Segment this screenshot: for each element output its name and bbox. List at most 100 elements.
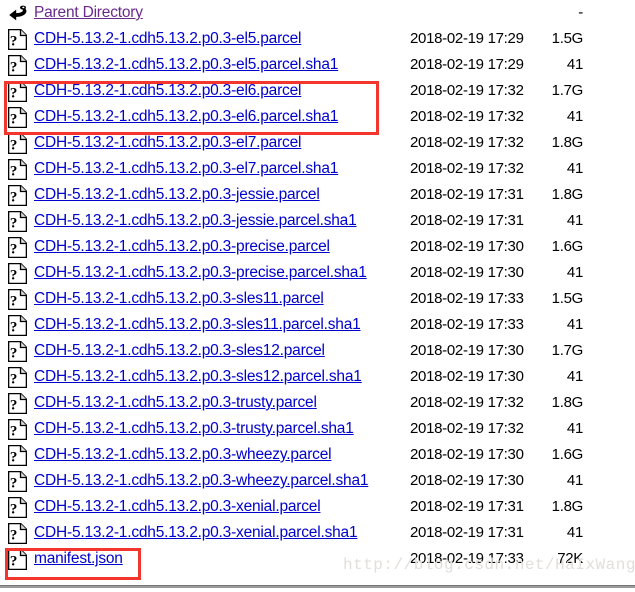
file-row: ? CDH-5.13.2-1.cdh5.13.2.p0.3-sles11.parc… — [0, 312, 635, 338]
file-link[interactable]: CDH-5.13.2-1.cdh5.13.2.p0.3-jessie.parce… — [34, 212, 357, 229]
file-row: ? CDH-5.13.2-1.cdh5.13.2.p0.3-xenial.parc… — [0, 520, 635, 546]
file-row: ? CDH-5.13.2-1.cdh5.13.2.p0.3-el6.parcel 2… — [0, 78, 635, 104]
file-row: ? CDH-5.13.2-1.cdh5.13.2.p0.3-trusty.parc… — [0, 416, 635, 442]
file-name-cell: CDH-5.13.2-1.cdh5.13.2.p0.3-precise.parc… — [34, 260, 367, 286]
file-link[interactable]: CDH-5.13.2-1.cdh5.13.2.p0.3-jessie.parce… — [34, 186, 320, 203]
file-row: ? CDH-5.13.2-1.cdh5.13.2.p0.3-wheezy.parc… — [0, 442, 635, 468]
file-size-cell: 1.8G — [551, 394, 584, 411]
file-row: ? CDH-5.13.2-1.cdh5.13.2.p0.3-sles12.parc… — [0, 364, 635, 390]
file-link[interactable]: CDH-5.13.2-1.cdh5.13.2.p0.3-el6.parcel — [34, 82, 301, 99]
file-link[interactable]: CDH-5.13.2-1.cdh5.13.2.p0.3-sles11.parce… — [34, 290, 324, 307]
file-row: ? CDH-5.13.2-1.cdh5.13.2.p0.3-precise.par… — [0, 234, 635, 260]
watermark-text: http://blog.csdn.net/HaIxWang — [343, 556, 635, 574]
file-size-cell: 1.5G — [551, 290, 584, 307]
unknown-file-icon: ? — [7, 548, 29, 571]
file-size-cell: 1.5G — [551, 30, 584, 47]
directory-listing: Parent Directory -? CDH-5.13.2-1.cdh5.13.2… — [0, 0, 635, 572]
unknown-file-icon: ? — [7, 366, 29, 389]
svg-text:?: ? — [10, 34, 17, 50]
file-row: ? CDH-5.13.2-1.cdh5.13.2.p0.3-trusty.parc… — [0, 390, 635, 416]
unknown-file-icon: ? — [7, 470, 29, 493]
unknown-file-icon: ? — [7, 262, 29, 285]
file-row: ? CDH-5.13.2-1.cdh5.13.2.p0.3-el7.parcel.… — [0, 156, 635, 182]
unknown-file-icon: ? — [7, 28, 29, 51]
file-link[interactable]: CDH-5.13.2-1.cdh5.13.2.p0.3-el6.parcel.s… — [34, 108, 338, 125]
unknown-file-icon: ? — [7, 496, 29, 519]
svg-text:?: ? — [10, 60, 17, 76]
file-size-cell: 1.8G — [551, 498, 584, 515]
file-row: ? CDH-5.13.2-1.cdh5.13.2.p0.3-xenial.parc… — [0, 494, 635, 520]
file-size-cell: 41 — [566, 316, 583, 333]
file-name-cell: CDH-5.13.2-1.cdh5.13.2.p0.3-trusty.parce… — [34, 416, 354, 442]
unknown-file-icon: ? — [7, 80, 29, 103]
file-name-cell: CDH-5.13.2-1.cdh5.13.2.p0.3-sles11.parce… — [34, 286, 324, 312]
unknown-file-icon: ? — [7, 522, 29, 545]
file-size-cell: 41 — [566, 368, 583, 385]
file-name-cell: CDH-5.13.2-1.cdh5.13.2.p0.3-el5.parcel — [34, 26, 301, 52]
unknown-file-icon: ? — [7, 314, 29, 337]
svg-text:?: ? — [10, 346, 17, 362]
svg-text:?: ? — [10, 242, 17, 258]
file-link[interactable]: CDH-5.13.2-1.cdh5.13.2.p0.3-precise.parc… — [34, 238, 330, 255]
file-link[interactable]: CDH-5.13.2-1.cdh5.13.2.p0.3-precise.parc… — [34, 264, 367, 281]
go-back-icon — [8, 3, 29, 24]
file-row: ? CDH-5.13.2-1.cdh5.13.2.p0.3-precise.par… — [0, 260, 635, 286]
svg-text:?: ? — [10, 86, 17, 102]
file-size-cell: 1.6G — [551, 238, 584, 255]
file-name-cell: CDH-5.13.2-1.cdh5.13.2.p0.3-el7.parcel.s… — [34, 156, 338, 182]
svg-text:?: ? — [10, 450, 17, 466]
file-link[interactable]: CDH-5.13.2-1.cdh5.13.2.p0.3-xenial.parce… — [34, 524, 358, 541]
file-size-cell: 1.8G — [551, 186, 584, 203]
file-row: ? CDH-5.13.2-1.cdh5.13.2.p0.3-el5.parcel 2… — [0, 26, 635, 52]
file-name-cell: Parent Directory — [34, 0, 143, 26]
unknown-file-icon: ? — [7, 132, 29, 155]
file-size-cell: 1.8G — [551, 134, 584, 151]
file-row: ? CDH-5.13.2-1.cdh5.13.2.p0.3-el5.parcel.… — [0, 52, 635, 78]
svg-text:?: ? — [10, 476, 17, 492]
unknown-file-icon: ? — [7, 106, 29, 129]
file-name-cell: CDH-5.13.2-1.cdh5.13.2.p0.3-jessie.parce… — [34, 182, 320, 208]
unknown-file-icon: ? — [7, 340, 29, 363]
file-name-cell: manifest.json — [34, 546, 123, 572]
parent-directory-link[interactable]: Parent Directory — [34, 4, 143, 21]
file-link[interactable]: CDH-5.13.2-1.cdh5.13.2.p0.3-sles12.parce… — [34, 342, 325, 359]
file-size-cell: 41 — [566, 264, 583, 281]
file-size-cell: 41 — [566, 108, 583, 125]
file-link[interactable]: CDH-5.13.2-1.cdh5.13.2.p0.3-xenial.parce… — [34, 498, 321, 515]
svg-text:?: ? — [10, 372, 17, 388]
file-link[interactable]: CDH-5.13.2-1.cdh5.13.2.p0.3-el5.parcel — [34, 30, 301, 47]
svg-text:?: ? — [10, 424, 17, 440]
file-link[interactable]: CDH-5.13.2-1.cdh5.13.2.p0.3-sles11.parce… — [34, 316, 361, 333]
file-link[interactable]: CDH-5.13.2-1.cdh5.13.2.p0.3-el7.parcel — [34, 134, 301, 151]
svg-text:?: ? — [10, 554, 17, 570]
file-link[interactable]: manifest.json — [34, 550, 123, 567]
file-link[interactable]: CDH-5.13.2-1.cdh5.13.2.p0.3-el5.parcel.s… — [34, 56, 338, 73]
file-name-cell: CDH-5.13.2-1.cdh5.13.2.p0.3-sles12.parce… — [34, 338, 325, 364]
file-link[interactable]: CDH-5.13.2-1.cdh5.13.2.p0.3-el7.parcel.s… — [34, 160, 338, 177]
unknown-file-icon: ? — [7, 210, 29, 233]
file-link[interactable]: CDH-5.13.2-1.cdh5.13.2.p0.3-wheezy.parce… — [34, 472, 368, 489]
unknown-file-icon: ? — [7, 288, 29, 311]
file-link[interactable]: CDH-5.13.2-1.cdh5.13.2.p0.3-trusty.parce… — [34, 420, 354, 437]
file-size-cell: 41 — [566, 472, 583, 489]
file-link[interactable]: CDH-5.13.2-1.cdh5.13.2.p0.3-trusty.parce… — [34, 394, 317, 411]
file-link[interactable]: CDH-5.13.2-1.cdh5.13.2.p0.3-wheezy.parce… — [34, 446, 332, 463]
svg-text:?: ? — [10, 294, 17, 310]
file-size-cell: 41 — [566, 160, 583, 177]
file-name-cell: CDH-5.13.2-1.cdh5.13.2.p0.3-precise.parc… — [34, 234, 330, 260]
unknown-file-icon: ? — [7, 184, 29, 207]
svg-text:?: ? — [10, 112, 17, 128]
file-name-cell: CDH-5.13.2-1.cdh5.13.2.p0.3-sles11.parce… — [34, 312, 361, 338]
file-size-cell: 1.7G — [551, 342, 584, 359]
file-name-cell: CDH-5.13.2-1.cdh5.13.2.p0.3-xenial.parce… — [34, 494, 321, 520]
file-size-cell: - — [578, 4, 583, 21]
file-size-cell: 1.7G — [551, 82, 584, 99]
file-name-cell: CDH-5.13.2-1.cdh5.13.2.p0.3-el7.parcel — [34, 130, 301, 156]
file-row: ? CDH-5.13.2-1.cdh5.13.2.p0.3-sles11.parc… — [0, 286, 635, 312]
file-size-cell: 41 — [566, 212, 583, 229]
svg-text:?: ? — [10, 190, 17, 206]
file-name-cell: CDH-5.13.2-1.cdh5.13.2.p0.3-el5.parcel.s… — [34, 52, 338, 78]
file-name-cell: CDH-5.13.2-1.cdh5.13.2.p0.3-trusty.parce… — [34, 390, 317, 416]
file-row: ? CDH-5.13.2-1.cdh5.13.2.p0.3-el7.parcel 2… — [0, 130, 635, 156]
file-link[interactable]: CDH-5.13.2-1.cdh5.13.2.p0.3-sles12.parce… — [34, 368, 362, 385]
